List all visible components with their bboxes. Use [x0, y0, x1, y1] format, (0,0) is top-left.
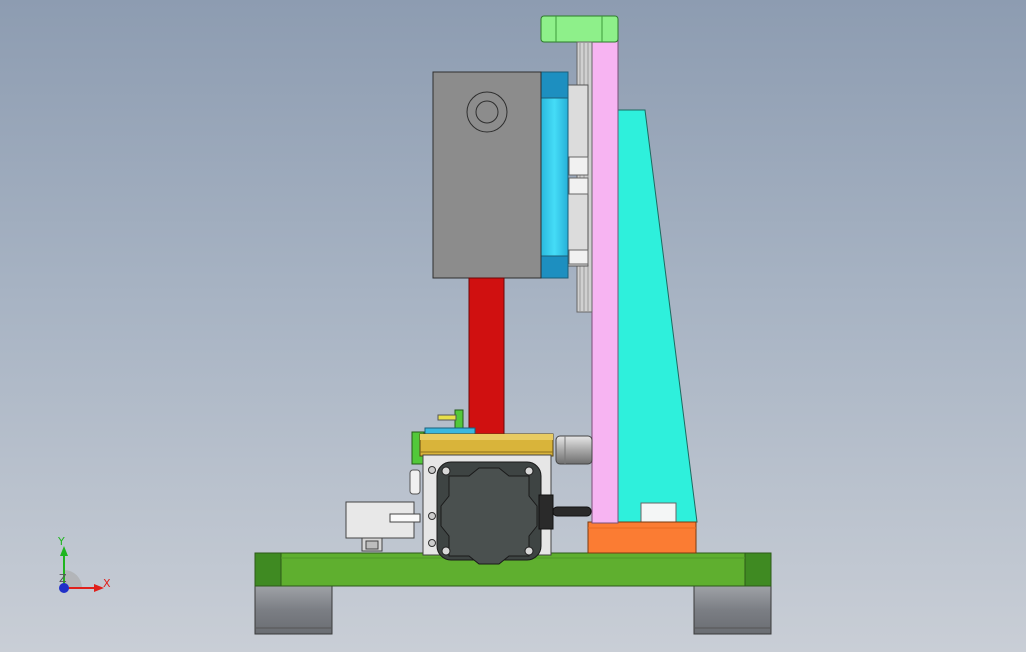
y-axis-label: Y: [57, 535, 65, 548]
assembly-drawing: Y X Z: [57, 15, 772, 635]
limit-switch-bracket: [345, 501, 421, 552]
foot-left: [254, 585, 333, 635]
cylinder-stub: [555, 435, 593, 465]
coordinate-triad: Y X Z: [57, 535, 111, 593]
triangular-gusset: [615, 109, 698, 523]
gusset-slot: [640, 502, 677, 523]
stepper-motor: [436, 461, 542, 565]
top-cap: [540, 15, 619, 43]
foot-right: [693, 585, 772, 635]
motor-flange: [540, 71, 569, 279]
screw-icon: [524, 466, 534, 476]
x-axis-label: X: [103, 577, 111, 590]
orange-mount-block: [587, 521, 697, 554]
screw-icon: [441, 546, 451, 556]
gearmotor-housing: [432, 71, 542, 279]
red-column: [468, 277, 505, 435]
screw-icon: [441, 466, 451, 476]
rail-carriage: [565, 84, 589, 267]
motor-connector: [538, 494, 592, 530]
linear-rail: [576, 41, 593, 313]
cad-viewport[interactable]: Y X Z: [0, 0, 1026, 652]
screw-icon: [524, 546, 534, 556]
vertical-upright: [591, 39, 619, 524]
z-axis-label: Z: [59, 572, 67, 585]
slide-table: [419, 433, 554, 457]
